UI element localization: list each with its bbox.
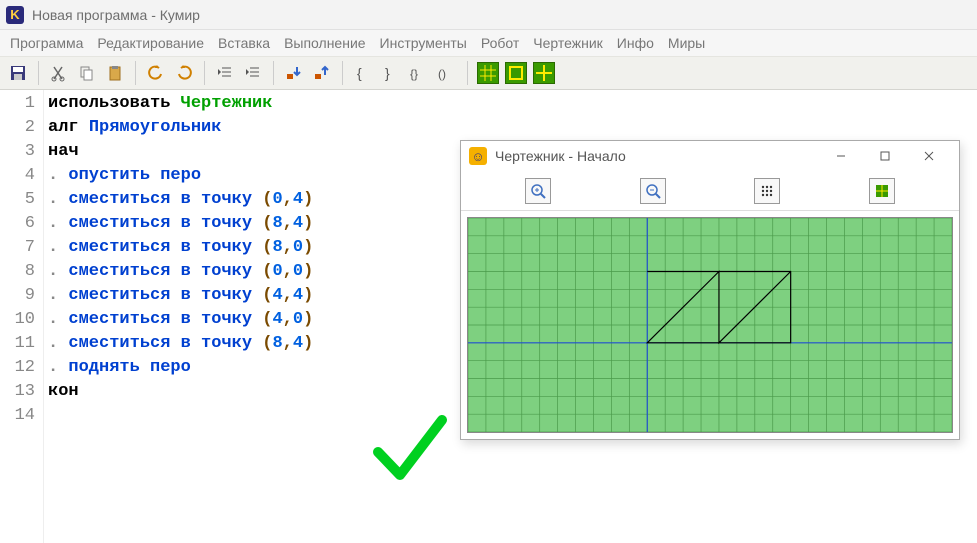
line-number: 7 <box>0 236 43 260</box>
line-gutter: 1234567891011121314 <box>0 90 44 543</box>
zoom-out-icon[interactable] <box>640 178 666 204</box>
copy-icon[interactable] <box>75 61 99 85</box>
drafter-title: Чертежник - Начало <box>495 148 626 164</box>
outdent-icon[interactable] <box>213 61 237 85</box>
step-into-icon[interactable] <box>282 61 306 85</box>
line-number: 6 <box>0 212 43 236</box>
brace-close-icon[interactable]: } <box>379 61 403 85</box>
maximize-button[interactable] <box>863 142 907 170</box>
indent-icon[interactable] <box>241 61 265 85</box>
brace-open-icon[interactable]: { <box>351 61 375 85</box>
grid-b-icon[interactable] <box>504 61 528 85</box>
svg-text:{}: {} <box>410 67 418 81</box>
toolbar-separator <box>342 61 343 85</box>
drafter-app-icon: ☺ <box>469 147 487 165</box>
zoom-in-icon[interactable] <box>525 178 551 204</box>
grid-toggle-icon[interactable] <box>754 178 780 204</box>
brace-alt-icon[interactable]: () <box>435 61 459 85</box>
line-number: 11 <box>0 332 43 356</box>
line-number: 5 <box>0 188 43 212</box>
svg-text:{: { <box>357 65 362 81</box>
menu-item-7[interactable]: Инфо <box>611 33 660 53</box>
minimize-button[interactable] <box>819 142 863 170</box>
menu-item-3[interactable]: Выполнение <box>278 33 371 53</box>
line-number: 4 <box>0 164 43 188</box>
toolbar-separator <box>273 61 274 85</box>
menu-item-4[interactable]: Инструменты <box>374 33 473 53</box>
toolbar-separator <box>38 61 39 85</box>
undo-icon[interactable] <box>144 61 168 85</box>
line-number: 8 <box>0 260 43 284</box>
drafter-window: ☺ Чертежник - Начало <box>460 140 960 440</box>
code-line[interactable]: использовать Чертежник <box>44 92 977 116</box>
line-number: 2 <box>0 116 43 140</box>
toolbar-separator <box>135 61 136 85</box>
titlebar: K Новая программа - Кумир <box>0 0 977 30</box>
menu-item-2[interactable]: Вставка <box>212 33 276 53</box>
line-number: 13 <box>0 380 43 404</box>
toolbar-separator <box>204 61 205 85</box>
save-icon[interactable] <box>6 61 30 85</box>
drafter-titlebar[interactable]: ☺ Чертежник - Начало <box>461 141 959 171</box>
line-number: 12 <box>0 356 43 380</box>
line-number: 1 <box>0 92 43 116</box>
code-line[interactable]: алг Прямоугольник <box>44 116 977 140</box>
line-number: 9 <box>0 284 43 308</box>
paste-icon[interactable] <box>103 61 127 85</box>
menu-item-8[interactable]: Миры <box>662 33 711 53</box>
svg-text:(): () <box>438 67 446 81</box>
window-title: Новая программа - Кумир <box>32 7 200 23</box>
line-number: 10 <box>0 308 43 332</box>
toolbar: {} {} () <box>0 56 977 90</box>
line-number: 3 <box>0 140 43 164</box>
drafter-toolbar <box>461 171 959 211</box>
menubar: ПрограммаРедактированиеВставкаВыполнение… <box>0 30 977 56</box>
app-icon: K <box>6 6 24 24</box>
close-button[interactable] <box>907 142 951 170</box>
menu-item-5[interactable]: Робот <box>475 33 525 53</box>
line-number: 14 <box>0 404 43 428</box>
grid-a-icon[interactable] <box>476 61 500 85</box>
fit-icon[interactable] <box>869 178 895 204</box>
brace-pair-icon[interactable]: {} <box>407 61 431 85</box>
cut-icon[interactable] <box>47 61 71 85</box>
toolbar-separator <box>467 61 468 85</box>
redo-icon[interactable] <box>172 61 196 85</box>
grid-c-icon[interactable] <box>532 61 556 85</box>
menu-item-1[interactable]: Редактирование <box>91 33 210 53</box>
menu-item-0[interactable]: Программа <box>4 33 89 53</box>
svg-text:}: } <box>385 65 390 81</box>
step-over-icon[interactable] <box>310 61 334 85</box>
drafter-canvas[interactable] <box>467 217 953 433</box>
menu-item-6[interactable]: Чертежник <box>527 33 609 53</box>
